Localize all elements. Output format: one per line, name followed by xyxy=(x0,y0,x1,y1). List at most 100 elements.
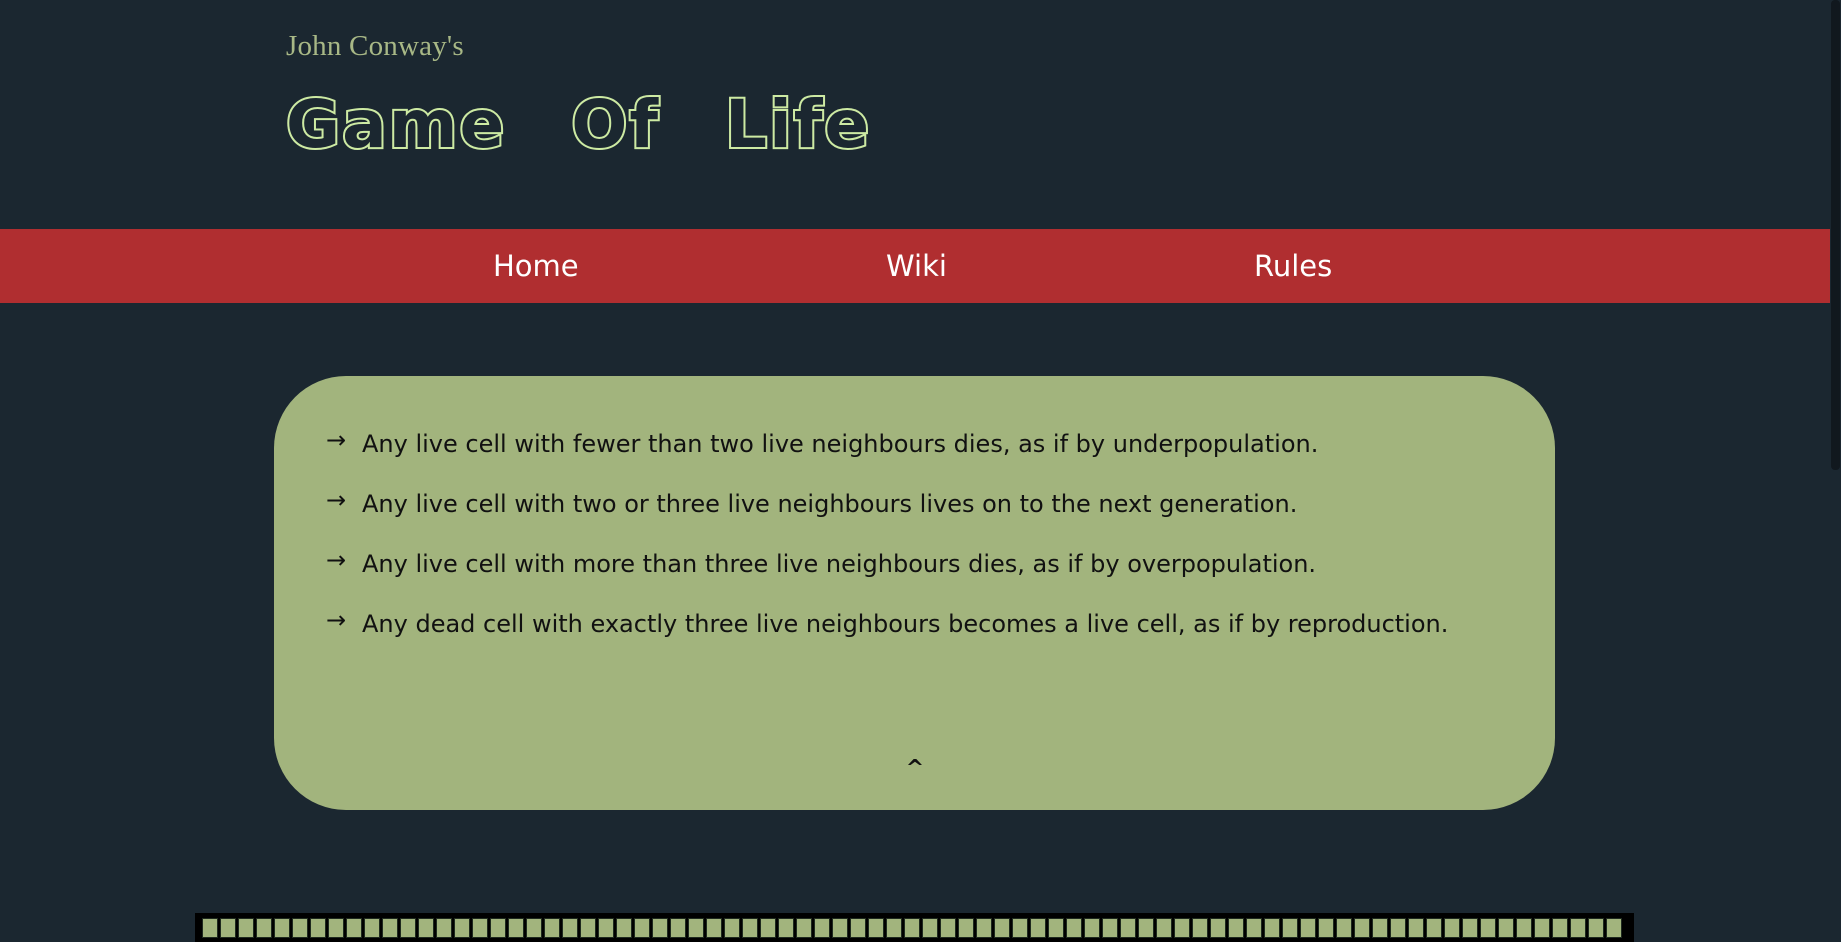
grid-cell[interactable] xyxy=(1552,918,1568,938)
grid-cell[interactable] xyxy=(598,918,614,938)
grid-cell[interactable] xyxy=(1444,918,1460,938)
grid-cell[interactable] xyxy=(1498,918,1514,938)
grid-row xyxy=(202,918,1629,942)
grid-cell[interactable] xyxy=(796,918,812,938)
grid-cell[interactable] xyxy=(958,918,974,938)
rule-item: → Any live cell with more than three liv… xyxy=(326,546,1466,580)
grid-cell[interactable] xyxy=(1516,918,1532,938)
rule-item: → Any dead cell with exactly three live … xyxy=(326,606,1466,640)
grid-cell[interactable] xyxy=(1480,918,1496,938)
grid-cell[interactable] xyxy=(1066,918,1082,938)
grid-cell[interactable] xyxy=(1282,918,1298,938)
grid-cell[interactable] xyxy=(526,918,542,938)
grid-cell[interactable] xyxy=(1354,918,1370,938)
grid-cell[interactable] xyxy=(1408,918,1424,938)
grid-cell[interactable] xyxy=(544,918,560,938)
grid-cell[interactable] xyxy=(904,918,920,938)
grid-cell[interactable] xyxy=(634,918,650,938)
nav-link-home[interactable]: Home xyxy=(493,229,579,303)
grid-cell[interactable] xyxy=(670,918,686,938)
grid-cell[interactable] xyxy=(1462,918,1478,938)
grid-cell[interactable] xyxy=(400,918,416,938)
page: John Conway's Game Of Life Home Wiki Rul… xyxy=(0,0,1841,942)
chevron-up-icon[interactable]: ^ xyxy=(903,758,927,780)
grid-cell[interactable] xyxy=(1156,918,1172,938)
grid-cell[interactable] xyxy=(1102,918,1118,938)
grid-cell[interactable] xyxy=(508,918,524,938)
page-subtitle: John Conway's xyxy=(286,30,464,62)
rule-text: Any live cell with more than three live … xyxy=(362,550,1317,578)
grid-cell[interactable] xyxy=(220,918,236,938)
grid-cell[interactable] xyxy=(1336,918,1352,938)
rule-text: Any dead cell with exactly three live ne… xyxy=(362,610,1449,638)
grid-cell[interactable] xyxy=(292,918,308,938)
grid-cell[interactable] xyxy=(436,918,452,938)
grid-cell[interactable] xyxy=(850,918,866,938)
grid-cell[interactable] xyxy=(742,918,758,938)
grid-cell[interactable] xyxy=(760,918,776,938)
grid-cell[interactable] xyxy=(274,918,290,938)
grid-cell[interactable] xyxy=(1138,918,1154,938)
grid-cell[interactable] xyxy=(1390,918,1406,938)
grid-cell[interactable] xyxy=(1318,918,1334,938)
page-scrollbar[interactable] xyxy=(1830,0,1841,942)
grid-cell[interactable] xyxy=(346,918,362,938)
grid-cell[interactable] xyxy=(1300,918,1316,938)
grid-cell[interactable] xyxy=(1534,918,1550,938)
grid-cell[interactable] xyxy=(1246,918,1262,938)
scrollbar-thumb[interactable] xyxy=(1831,0,1840,470)
grid-cell[interactable] xyxy=(940,918,956,938)
grid-cell[interactable] xyxy=(1588,918,1604,938)
grid-cell[interactable] xyxy=(1264,918,1280,938)
grid-cell[interactable] xyxy=(310,918,326,938)
grid-cell[interactable] xyxy=(1084,918,1100,938)
grid-cell[interactable] xyxy=(364,918,380,938)
grid-cell[interactable] xyxy=(688,918,704,938)
grid-cell[interactable] xyxy=(418,918,434,938)
grid-cell[interactable] xyxy=(1228,918,1244,938)
page-title: Game Of Life xyxy=(284,86,872,163)
rule-text: Any live cell with fewer than two live n… xyxy=(362,430,1319,458)
nav-link-wiki[interactable]: Wiki xyxy=(886,229,947,303)
rule-item: → Any live cell with two or three live n… xyxy=(326,486,1466,520)
grid-cell[interactable] xyxy=(580,918,596,938)
grid-cell[interactable] xyxy=(256,918,272,938)
game-grid xyxy=(195,913,1634,942)
main-navbar: Home Wiki Rules xyxy=(0,229,1830,303)
grid-cell[interactable] xyxy=(490,918,506,938)
grid-cell[interactable] xyxy=(1030,918,1046,938)
grid-cell[interactable] xyxy=(1048,918,1064,938)
rules-list: → Any live cell with fewer than two live… xyxy=(326,426,1466,668)
nav-link-rules[interactable]: Rules xyxy=(1254,229,1332,303)
right-arrow-icon: → xyxy=(326,606,347,634)
grid-cell[interactable] xyxy=(1174,918,1190,938)
grid-cell[interactable] xyxy=(472,918,488,938)
grid-cell[interactable] xyxy=(1192,918,1208,938)
grid-cell[interactable] xyxy=(652,918,668,938)
grid-cell[interactable] xyxy=(1426,918,1442,938)
grid-cell[interactable] xyxy=(1120,918,1136,938)
grid-cell[interactable] xyxy=(976,918,992,938)
grid-cell[interactable] xyxy=(382,918,398,938)
grid-cell[interactable] xyxy=(616,918,632,938)
grid-cell[interactable] xyxy=(1210,918,1226,938)
grid-cell[interactable] xyxy=(238,918,254,938)
grid-cell[interactable] xyxy=(1372,918,1388,938)
grid-cell[interactable] xyxy=(778,918,794,938)
grid-cell[interactable] xyxy=(724,918,740,938)
grid-cell[interactable] xyxy=(868,918,884,938)
right-arrow-icon: → xyxy=(326,426,347,454)
grid-cell[interactable] xyxy=(922,918,938,938)
grid-cell[interactable] xyxy=(1012,918,1028,938)
grid-cell[interactable] xyxy=(328,918,344,938)
grid-cell[interactable] xyxy=(814,918,830,938)
grid-cell[interactable] xyxy=(454,918,470,938)
grid-cell[interactable] xyxy=(706,918,722,938)
grid-cell[interactable] xyxy=(202,918,218,938)
grid-cell[interactable] xyxy=(1606,918,1622,938)
grid-cell[interactable] xyxy=(562,918,578,938)
grid-cell[interactable] xyxy=(832,918,848,938)
grid-cell[interactable] xyxy=(1570,918,1586,938)
grid-cell[interactable] xyxy=(886,918,902,938)
grid-cell[interactable] xyxy=(994,918,1010,938)
